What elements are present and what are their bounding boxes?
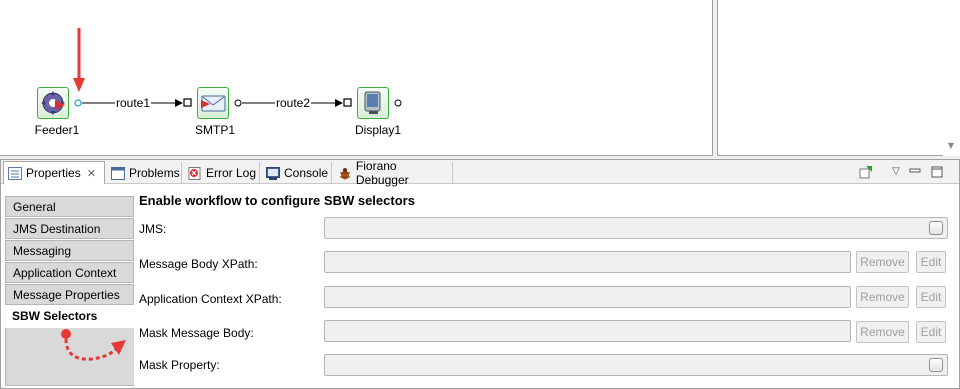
display1-node[interactable] <box>357 87 389 119</box>
debugger-bug-icon <box>340 167 350 179</box>
tab-fiorano-debugger[interactable]: Fiorano Debugger <box>334 159 453 187</box>
tab-console[interactable]: Console <box>262 162 332 184</box>
smtp1-label: SMTP1 <box>194 123 235 137</box>
tab-problems[interactable]: Problems <box>107 162 182 184</box>
feeder1-label: Feeder1 <box>34 123 80 137</box>
mask-message-body-field[interactable] <box>324 320 851 342</box>
feeder-gear-icon <box>41 91 65 115</box>
display1-output-port[interactable] <box>394 99 402 107</box>
jms-field[interactable] <box>324 217 948 239</box>
side-tab-messaging-label: Messaging <box>13 244 72 258</box>
tab-properties-label: Properties <box>26 166 81 180</box>
outline-scrollbar[interactable]: ▼ <box>943 0 960 156</box>
side-tab-general[interactable]: General <box>5 196 134 217</box>
route1-label: route1 <box>115 96 152 110</box>
annotation-curved-arrow <box>61 329 126 361</box>
side-tab-application-context[interactable]: Application Context <box>5 262 134 283</box>
message-body-xpath-edit-button[interactable]: Edit <box>916 251 946 273</box>
tab-problems-label: Problems <box>129 166 180 180</box>
annotation-arrow-down <box>73 28 85 92</box>
side-tab-jms-destination[interactable]: JMS Destination <box>5 218 134 239</box>
feeder1-output-port[interactable] <box>74 99 82 107</box>
maximize-icon[interactable] <box>930 165 944 179</box>
console-icon <box>266 166 280 180</box>
message-body-xpath-label: Message Body XPath: <box>139 257 258 271</box>
display1-label: Display1 <box>354 123 402 137</box>
message-body-xpath-field[interactable] <box>324 251 851 273</box>
tab-fiorano-debugger-label: Fiorano Debugger <box>355 159 409 187</box>
view-menu-icon[interactable]: ▽ <box>889 165 903 179</box>
minimize-icon[interactable] <box>908 165 922 179</box>
tab-error-log-label: Error Log <box>206 166 257 180</box>
side-tab-jms-destination-label: JMS Destination <box>13 222 101 236</box>
problems-icon <box>111 166 125 180</box>
application-context-xpath-label: Application Context XPath: <box>139 292 282 306</box>
tab-error-log[interactable]: Error Log <box>184 162 260 184</box>
close-icon[interactable]: ✕ <box>87 167 96 180</box>
side-tab-messaging[interactable]: Messaging <box>5 240 134 261</box>
application-context-xpath-edit-button[interactable]: Edit <box>916 286 946 308</box>
smtp1-node[interactable] <box>197 87 229 119</box>
side-tab-general-label: General <box>13 200 56 214</box>
mask-message-body-edit-button[interactable]: Edit <box>916 321 946 343</box>
smtp1-output-port[interactable] <box>234 99 242 107</box>
side-tab-sbw-selectors[interactable]: SBW Selectors <box>5 306 134 327</box>
view-tab-bar: Properties ✕ Problems Error Log Console … <box>1 159 959 187</box>
mask-property-checkbox[interactable] <box>929 358 943 372</box>
jms-checkbox[interactable] <box>929 221 943 235</box>
route2-label: route2 <box>275 96 312 110</box>
mask-message-body-label: Mask Message Body: <box>139 326 254 340</box>
tab-console-label: Console <box>284 166 329 180</box>
section-title: Enable workflow to configure SBW selecto… <box>139 193 415 208</box>
properties-icon <box>8 166 22 180</box>
error-log-icon <box>188 166 201 180</box>
side-tab-message-properties[interactable]: Message Properties <box>5 284 134 305</box>
display-monitor-icon <box>364 91 381 114</box>
side-tab-sbw-selectors-label: SBW Selectors <box>12 309 98 323</box>
pin-view-icon[interactable] <box>859 165 873 179</box>
jms-label: JMS: <box>139 222 167 236</box>
application-context-xpath-field[interactable] <box>324 286 851 308</box>
workflow-canvas[interactable]: Feeder1 route1 SMTP1 route2 Display1 <box>0 0 713 156</box>
tab-properties[interactable]: Properties ✕ <box>3 161 105 184</box>
message-body-xpath-remove-button[interactable]: Remove <box>856 251 909 273</box>
outline-pane: ▼ <box>717 0 960 156</box>
application-context-xpath-remove-button[interactable]: Remove <box>856 286 909 308</box>
mask-message-body-remove-button[interactable]: Remove <box>856 321 909 343</box>
mask-property-field[interactable] <box>324 354 948 376</box>
scroll-down-arrow-icon[interactable]: ▼ <box>948 141 954 150</box>
feeder1-node[interactable] <box>37 87 69 119</box>
side-tab-application-context-label: Application Context <box>13 266 117 280</box>
mask-property-label: Mask Property: <box>139 358 220 372</box>
side-tab-message-properties-label: Message Properties <box>13 288 120 302</box>
smtp-mail-icon <box>201 95 226 112</box>
properties-view: Properties ✕ Problems Error Log Console … <box>0 159 960 389</box>
